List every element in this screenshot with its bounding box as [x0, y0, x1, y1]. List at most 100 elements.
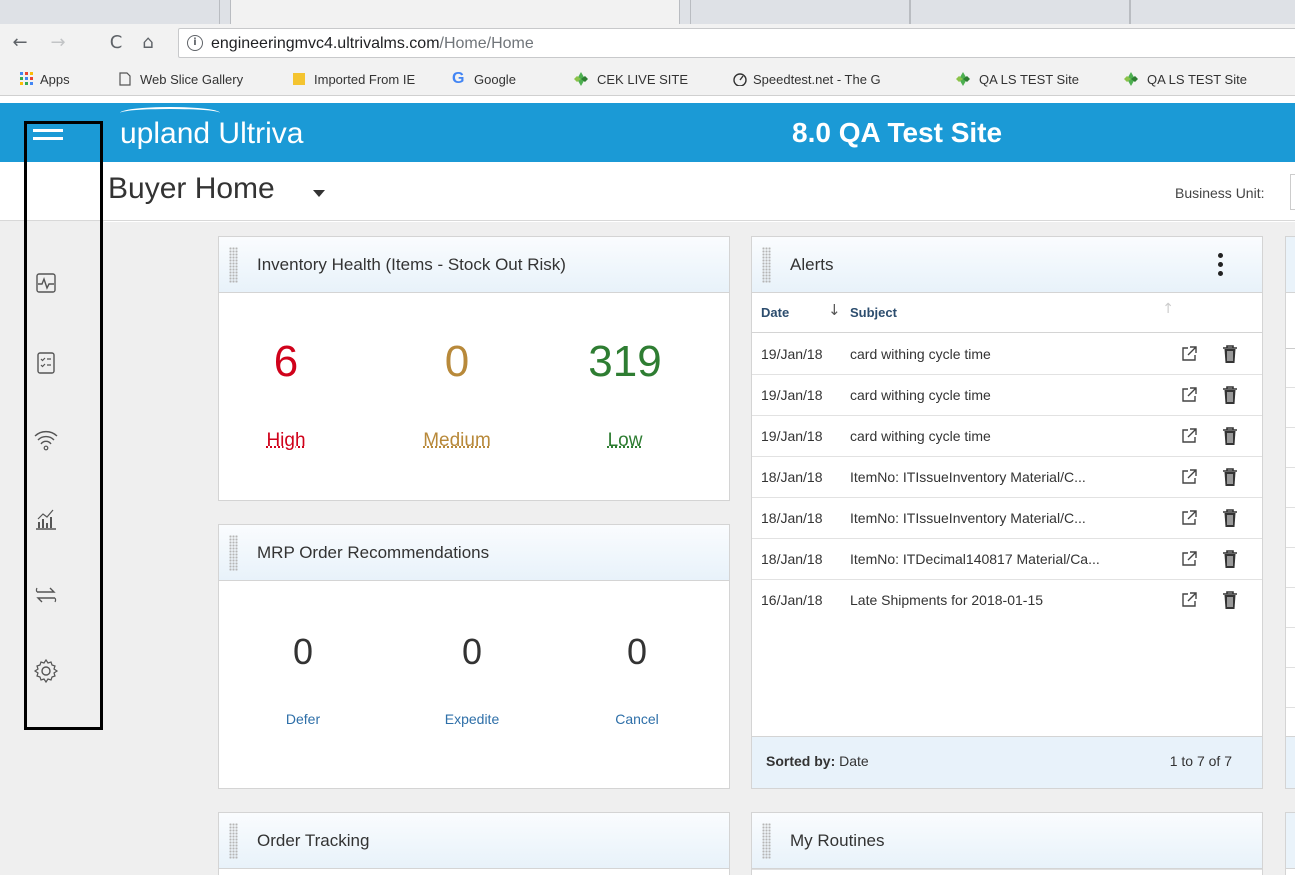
apps-grid-icon — [20, 72, 34, 86]
trash-icon[interactable] — [1221, 426, 1239, 446]
browser-tab[interactable] — [0, 0, 220, 24]
expedite-count[interactable]: 0 — [412, 631, 532, 673]
right-panel-partial-2 — [1285, 812, 1295, 875]
browser-tab[interactable] — [690, 0, 910, 24]
panel-title: My Routines — [790, 831, 885, 850]
forward-arrow-icon[interactable]: → — [46, 30, 70, 56]
alert-subject[interactable]: ItemNo: ITIssueInventory Material/C... — [850, 510, 1160, 526]
alert-date: 16/Jan/18 — [761, 592, 823, 608]
business-unit-select[interactable] — [1290, 174, 1295, 210]
alert-date: 18/Jan/18 — [761, 510, 823, 526]
drag-handle-icon[interactable] — [762, 247, 771, 283]
mrp-recommendations-panel: MRP Order Recommendations 0 0 0 Defer Ex… — [218, 524, 730, 789]
trash-icon[interactable] — [1221, 344, 1239, 364]
speedometer-icon — [732, 72, 747, 87]
trash-icon[interactable] — [1221, 385, 1239, 405]
browser-tab-active[interactable] — [230, 0, 680, 24]
reload-icon[interactable]: C — [104, 30, 128, 56]
high-risk-link[interactable]: High — [216, 430, 356, 452]
open-external-icon[interactable] — [1180, 345, 1198, 363]
back-arrow-icon[interactable]: ← — [8, 30, 32, 56]
open-external-icon[interactable] — [1180, 468, 1198, 486]
home-button-icon[interactable]: ⌂ — [136, 30, 160, 56]
expedite-link[interactable]: Expedite — [412, 711, 532, 727]
alert-row[interactable]: 19/Jan/18 card withing cycle time — [752, 334, 1262, 375]
sort-ascending-icon[interactable]: ↑ — [1162, 301, 1174, 317]
alert-subject[interactable]: Late Shipments for 2018-01-15 — [850, 592, 1160, 608]
alert-row[interactable]: 16/Jan/18 Late Shipments for 2018-01-15 — [752, 580, 1262, 621]
more-options-icon[interactable] — [1218, 253, 1224, 279]
cancel-count[interactable]: 0 — [577, 631, 697, 673]
column-subject[interactable]: Subject — [850, 305, 897, 320]
open-external-icon[interactable] — [1180, 550, 1198, 568]
drag-handle-icon[interactable] — [762, 823, 771, 859]
bookmark-qa-ls-test-site-2[interactable]: QA LS TEST Site — [1147, 72, 1247, 87]
chevron-down-icon[interactable] — [313, 190, 325, 197]
divider — [1286, 547, 1295, 548]
site-title: 8.0 QA Test Site — [792, 117, 1003, 148]
open-external-icon[interactable] — [1180, 386, 1198, 404]
panel-header — [1286, 237, 1295, 293]
order-tracking-panel: Order Tracking — [218, 812, 730, 875]
bookmark-qa-ls-test-site[interactable]: QA LS TEST Site — [979, 72, 1079, 87]
browser-tab[interactable] — [910, 0, 1130, 24]
diamond-icon — [1123, 72, 1138, 86]
defer-link[interactable]: Defer — [243, 711, 363, 727]
alert-row[interactable]: 18/Jan/18 ItemNo: ITIssueInventory Mater… — [752, 498, 1262, 539]
divider — [752, 869, 1262, 870]
panel-title: Order Tracking — [257, 831, 370, 850]
defer-count[interactable]: 0 — [243, 631, 363, 673]
panel-header: Inventory Health (Items - Stock Out Risk… — [219, 237, 729, 293]
logo-arc — [120, 107, 220, 113]
folder-icon — [292, 72, 306, 86]
drag-handle-icon[interactable] — [229, 823, 238, 859]
page-subheader: Buyer Home Business Unit: — [0, 162, 1295, 221]
panel-title: Inventory Health (Items - Stock Out Risk… — [257, 255, 566, 274]
trash-icon[interactable] — [1221, 549, 1239, 569]
alert-subject[interactable]: ItemNo: ITDecimal140817 Material/Ca... — [850, 551, 1160, 567]
open-external-icon[interactable] — [1180, 509, 1198, 527]
high-risk-count[interactable]: 6 — [216, 337, 356, 387]
bookmark-apps[interactable]: Apps — [40, 72, 70, 87]
bookmark-web-slice-gallery[interactable]: Web Slice Gallery — [140, 72, 243, 87]
alert-row[interactable]: 18/Jan/18 ItemNo: ITIssueInventory Mater… — [752, 457, 1262, 498]
alert-subject[interactable]: card withing cycle time — [850, 346, 1160, 362]
bookmark-imported-from-ie[interactable]: Imported From IE — [314, 72, 415, 87]
sort-descending-icon[interactable]: ↓ — [828, 301, 841, 319]
alert-row[interactable]: 19/Jan/18 card withing cycle time — [752, 375, 1262, 416]
alert-subject[interactable]: card withing cycle time — [850, 387, 1160, 403]
column-date[interactable]: Date — [761, 305, 789, 320]
alert-subject[interactable]: card withing cycle time — [850, 428, 1160, 444]
trash-icon[interactable] — [1221, 508, 1239, 528]
alert-subject[interactable]: ItemNo: ITIssueInventory Material/C... — [850, 469, 1160, 485]
open-external-icon[interactable] — [1180, 427, 1198, 445]
trash-icon[interactable] — [1221, 590, 1239, 610]
bookmark-speedtest[interactable]: Speedtest.net - The G — [753, 72, 933, 87]
trash-icon[interactable] — [1221, 467, 1239, 487]
drag-handle-icon[interactable] — [229, 247, 238, 283]
browser-tab[interactable] — [1130, 0, 1295, 24]
divider — [1286, 387, 1295, 388]
alert-row[interactable]: 19/Jan/18 card withing cycle time — [752, 416, 1262, 457]
open-external-icon[interactable] — [1180, 591, 1198, 609]
panel-title: Alerts — [790, 255, 834, 274]
bookmark-cek-live-site[interactable]: CEK LIVE SITE — [597, 72, 688, 87]
alert-row[interactable]: 18/Jan/18 ItemNo: ITDecimal140817 Materi… — [752, 539, 1262, 580]
panel-input-partial[interactable] — [1286, 293, 1295, 349]
page-title-dropdown[interactable]: Buyer Home — [108, 172, 275, 206]
google-icon: G — [452, 70, 465, 87]
info-icon[interactable]: i — [187, 35, 203, 51]
bookmark-google[interactable]: Google — [474, 72, 516, 87]
medium-risk-link[interactable]: Medium — [387, 430, 527, 452]
low-risk-count[interactable]: 319 — [555, 337, 695, 387]
sorted-by-text: Sorted by: Date — [766, 753, 869, 769]
cancel-link[interactable]: Cancel — [577, 711, 697, 727]
drag-handle-icon[interactable] — [229, 535, 238, 571]
address-bar[interactable]: i engineeringmvc4.ultrivalms.com/Home/Ho… — [178, 28, 1295, 58]
alerts-footer: Sorted by: Date 1 to 7 of 7 — [752, 736, 1262, 788]
alert-date: 18/Jan/18 — [761, 469, 823, 485]
low-risk-link[interactable]: Low — [555, 430, 695, 452]
divider — [1286, 707, 1295, 708]
medium-risk-count[interactable]: 0 — [387, 337, 527, 387]
divider — [1286, 667, 1295, 668]
